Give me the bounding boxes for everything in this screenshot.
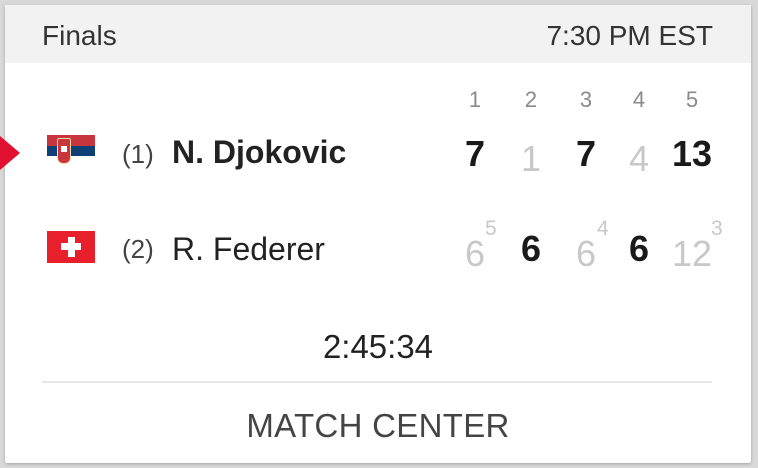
player-2-set-1-tiebreak: 5 [485, 217, 497, 240]
player-2-set-3-tiebreak: 4 [597, 217, 609, 240]
player-1-name: N. Djokovic [172, 134, 347, 170]
switzerland-flag-icon [47, 231, 95, 263]
set-number-3: 3 [579, 87, 593, 112]
player-1-set-2-score: 1 [520, 138, 542, 179]
player-2-name: R. Federer [172, 231, 325, 267]
scorecard-header: Finals 7:30 PM EST [5, 5, 751, 63]
match-duration: 2:45:34 [322, 328, 434, 365]
set-number-2: 2 [524, 87, 538, 112]
match-center-button[interactable]: MATCH CENTER [5, 407, 751, 445]
match-time: 7:30 PM EST [546, 20, 713, 51]
serbia-flag-icon [47, 135, 95, 167]
player-2-set-5-tiebreak: 3 [711, 217, 723, 240]
player-2-set-2-score: 6 [520, 228, 542, 269]
player-1-set-4-score: 4 [628, 138, 650, 179]
player-2-seed: (2) [122, 234, 154, 264]
player-2-set-4-score: 6 [628, 228, 650, 269]
player-1-set-1-score: 7 [464, 133, 486, 174]
player-1-set-3-score: 7 [575, 133, 597, 174]
round-label: Finals [42, 20, 117, 51]
set-number-4: 4 [632, 87, 646, 112]
serving-indicator-icon [0, 136, 20, 170]
player-1-seed: (1) [122, 139, 154, 169]
set-number-5: 5 [685, 87, 699, 112]
match-scorecard: Finals 7:30 PM EST 1 2 3 4 5 (1) N. Djok… [0, 5, 751, 463]
divider [42, 381, 712, 383]
set-number-1: 1 [468, 87, 482, 112]
player-1-set-5-score: 13 [671, 133, 713, 174]
